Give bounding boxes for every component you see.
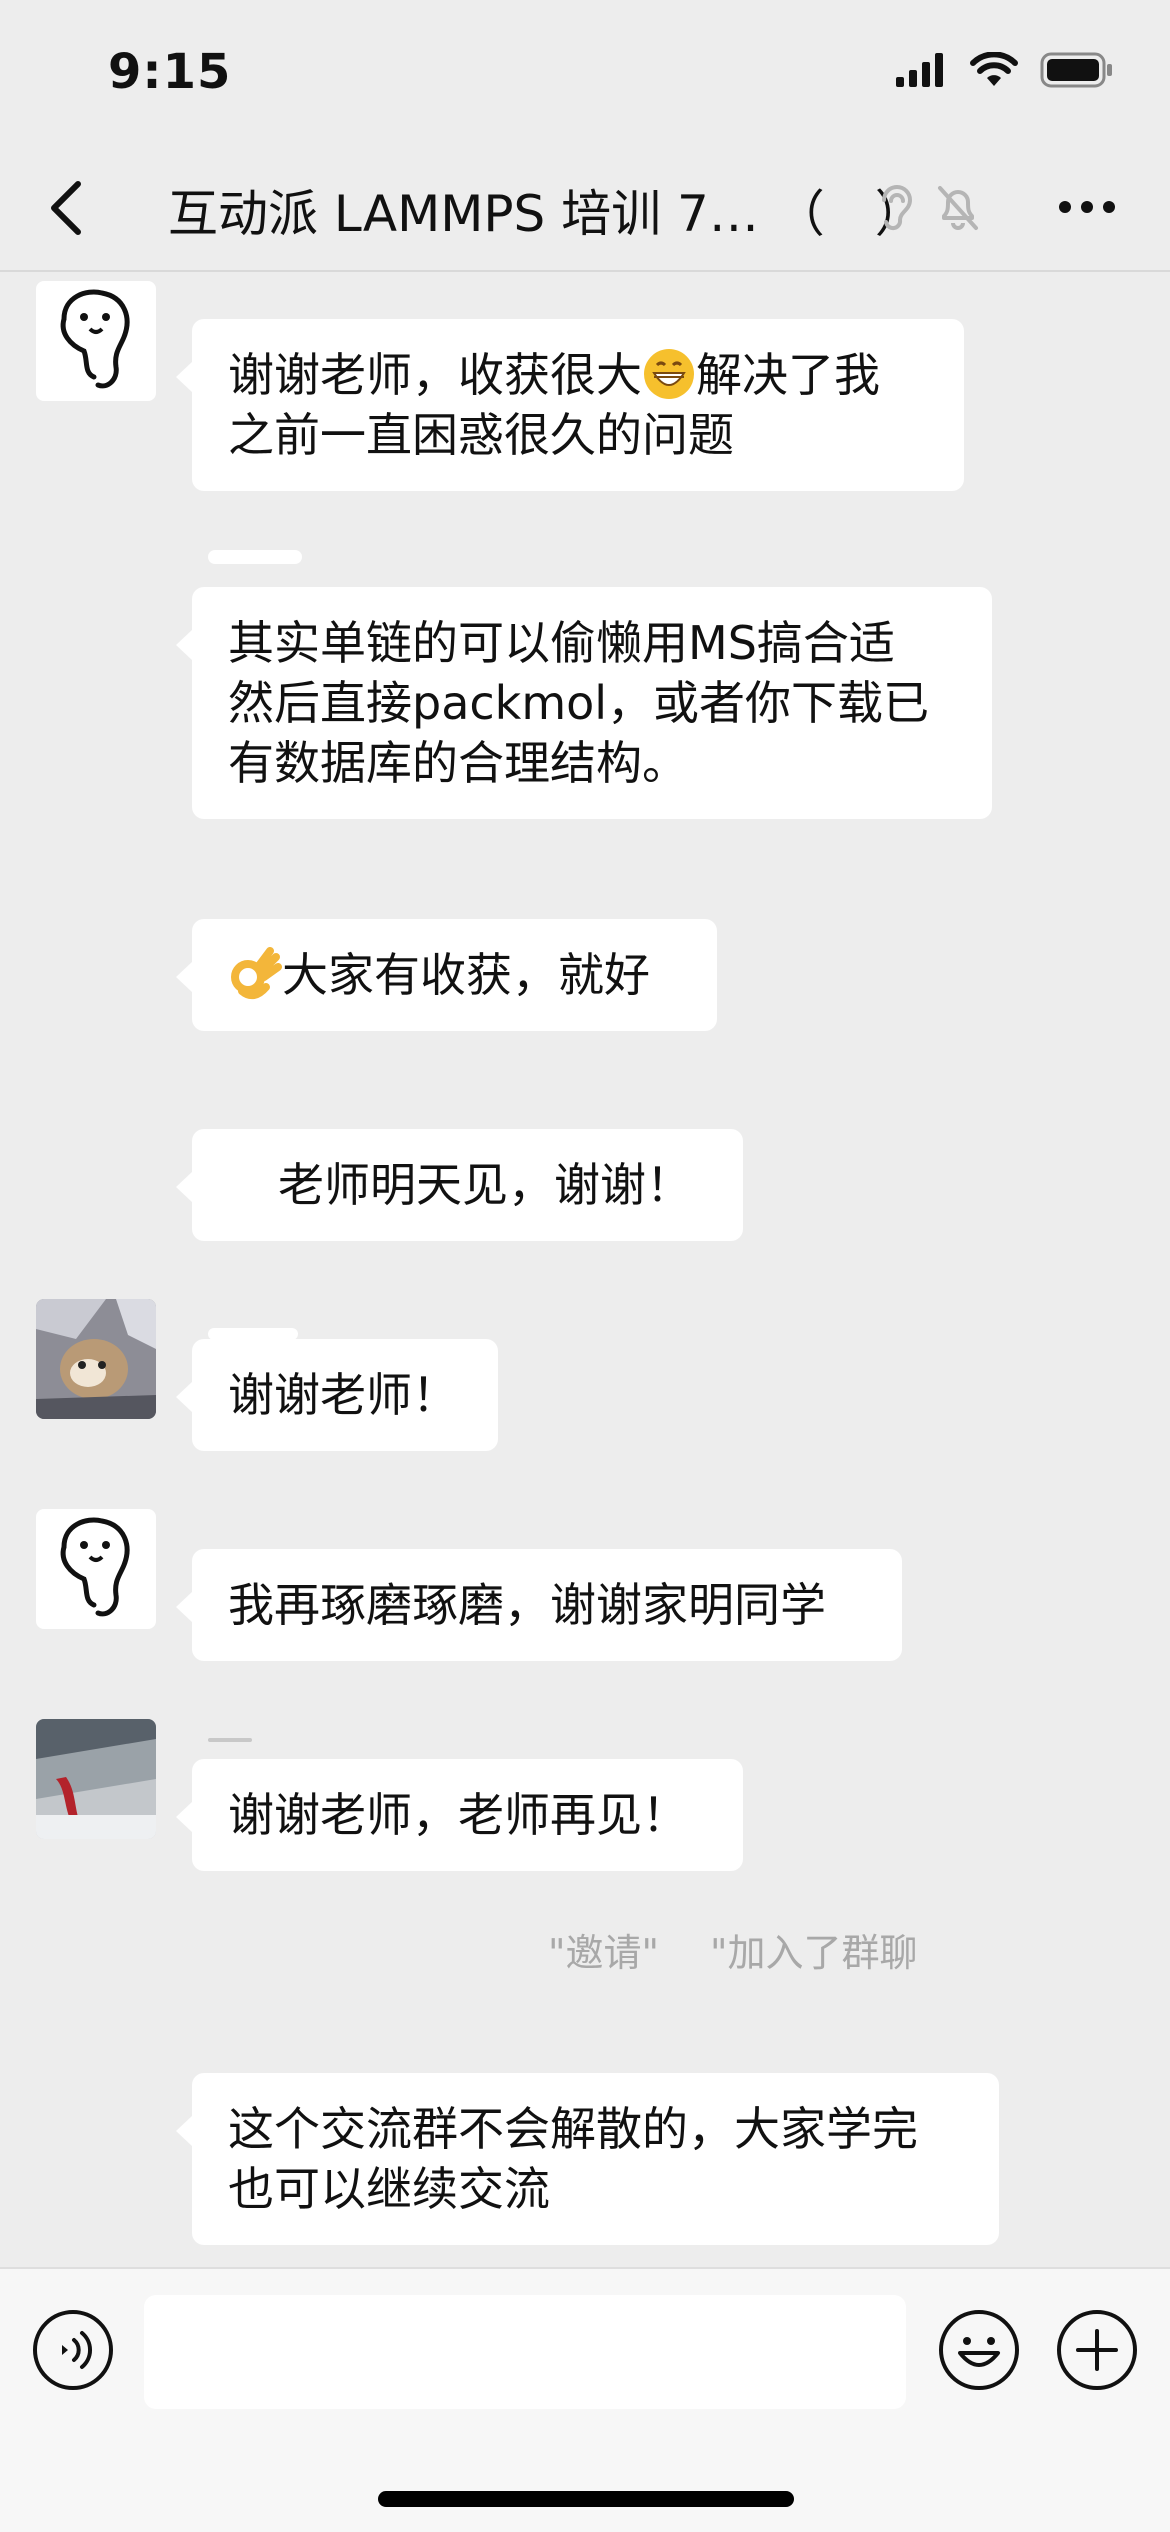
message-text: 解决了我 [696, 348, 880, 402]
message-text: 有数据库的合理结构。 [228, 736, 688, 790]
ghost-avatar-icon [60, 1517, 130, 1617]
message-bubble[interactable]: 我再琢磨琢磨，谢谢家明同学 [176, 1549, 902, 1661]
snow-photo-avatar [36, 1719, 156, 1839]
message-bubble[interactable]: 谢谢老师，收获很大 解决了我 之前一直困惑很久的问题 [176, 319, 964, 491]
ear-icon [882, 185, 913, 231]
clock: 9:15 [108, 44, 232, 100]
mute-bell-icon [938, 186, 978, 230]
message-bubble[interactable]: 其实单链的可以偷懒用MS搞合适 然后直接packmol，或者你下载已 有数据库的… [176, 587, 992, 819]
emoji-icon[interactable] [938, 2309, 1020, 2391]
system-notice-text: "加入了群聊 [710, 1931, 918, 1975]
cat-photo-avatar [36, 1299, 156, 1419]
avatar[interactable] [36, 1509, 156, 1629]
message-text: 老师明天见，谢谢！ [278, 1158, 692, 1212]
message-text: 谢谢老师，老师再见！ [228, 1788, 688, 1842]
battery-icon [1040, 52, 1112, 88]
home-indicator [378, 2491, 794, 2507]
system-notice: "邀请" "加入了群聊 [0, 1922, 1170, 1982]
message-text: 之前一直困惑很久的问题 [228, 408, 734, 462]
message-text: 我再琢磨琢磨，谢谢家明同学 [228, 1578, 826, 1632]
message-bubble[interactable]: 谢谢老师，老师再见！ [176, 1759, 743, 1871]
message-text: 谢谢老师！ [228, 1368, 458, 1422]
nickname-blurred [208, 550, 302, 564]
title-status-icons [876, 182, 980, 232]
ok-hand-emoji-icon [231, 947, 282, 1000]
message-text: 谢谢老师，收获很大 [228, 348, 642, 402]
message-text: 其实单链的可以偷懒用MS搞合适 [228, 616, 895, 670]
message-text: 这个交流群不会解散的，大家学完 [228, 2102, 918, 2156]
message-bubble[interactable]: 谢谢老师！ [176, 1339, 498, 1451]
message-bubble[interactable]: 大家有收获，就好 [176, 919, 717, 1031]
nav-bar: 互动派 LAMMPS 培训 7… （ ） [0, 140, 1170, 272]
message-text: 大家有收获，就好 [282, 948, 650, 1002]
back-icon[interactable] [40, 176, 96, 240]
message-list[interactable]: 谢谢老师，收获很大 解决了我 之前一直困惑很久的问题 其实单链的可以偷懒用MS搞合… [0, 272, 1170, 2267]
status-bar: 9:15 [0, 0, 1170, 140]
plus-icon[interactable] [1056, 2309, 1138, 2391]
wifi-icon [970, 52, 1018, 86]
avatar[interactable] [36, 1719, 156, 1839]
avatar[interactable] [36, 1299, 156, 1419]
status-icons [896, 52, 1114, 88]
message-bubble[interactable]: 老师明天见，谢谢！ [176, 1129, 743, 1241]
message-bubble[interactable]: 这个交流群不会解散的，大家学完 也可以继续交流 [176, 2073, 999, 2245]
system-notice-text: "邀请" [548, 1931, 659, 1975]
message-text: 然后直接packmol，或者你下载已 [228, 676, 930, 730]
input-bar [0, 2267, 1170, 2532]
voice-icon[interactable] [32, 2309, 114, 2391]
chat-title: 互动派 LAMMPS 培训 7… （ ） [168, 185, 925, 243]
grinning-face-emoji-icon [644, 349, 694, 399]
nickname-blurred [208, 1738, 252, 1742]
more-icon[interactable] [1058, 200, 1116, 214]
message-input[interactable] [144, 2295, 906, 2409]
avatar[interactable] [36, 281, 156, 401]
ghost-avatar-icon [60, 289, 130, 389]
cellular-signal-icon [896, 53, 943, 87]
message-text: 也可以继续交流 [228, 2162, 550, 2216]
